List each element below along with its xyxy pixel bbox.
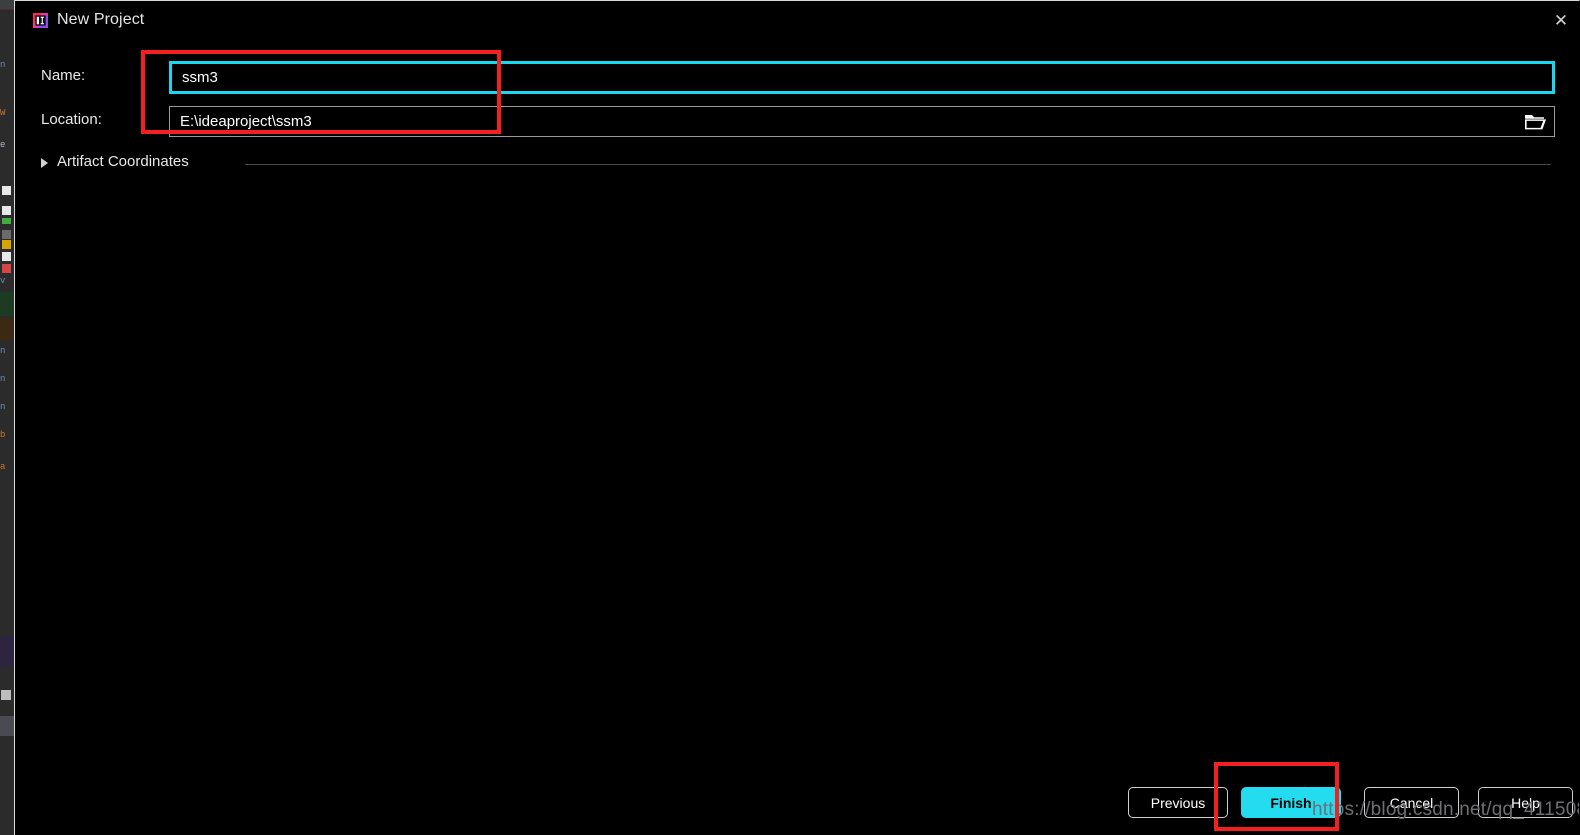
- code-sliver-line: n: [0, 60, 6, 70]
- intellij-idea-icon: [33, 13, 48, 28]
- watermark-text: https://blog.csdn.net/qq_41150890: [1312, 799, 1580, 820]
- code-sliver-line: n: [0, 402, 6, 412]
- project-name-input[interactable]: [169, 61, 1555, 94]
- chevron-right-icon: [41, 158, 48, 168]
- background-ide-editor-sliver: n W e v n n n b a: [0, 0, 14, 835]
- dialog-title: New Project: [57, 11, 145, 28]
- tool-window-chip: [0, 636, 14, 666]
- editor-tab-strip-sliver: [0, 0, 14, 10]
- code-sliver-line: n: [0, 374, 6, 384]
- tree-node-chip: [2, 252, 11, 261]
- new-project-dialog: New Project ✕ Name: Location: Artifact C…: [14, 0, 1580, 835]
- artifact-coordinates-toggle[interactable]: Artifact Coordinates: [41, 153, 1551, 175]
- code-sliver-line: v: [0, 276, 6, 286]
- code-sliver-line: e: [0, 140, 6, 150]
- project-location-field[interactable]: [169, 106, 1555, 137]
- folder-browse-icon[interactable]: [1524, 112, 1546, 131]
- project-location-input[interactable]: [170, 107, 1510, 136]
- section-divider: [245, 164, 1551, 165]
- tree-node-chip: [2, 186, 11, 195]
- tree-node-chip: [2, 230, 11, 239]
- tool-window-chip: [0, 716, 14, 736]
- tree-node-chip: [0, 292, 14, 316]
- artifact-coordinates-label: Artifact Coordinates: [57, 153, 189, 170]
- code-sliver-line: a: [0, 462, 6, 472]
- code-sliver-line: W: [0, 108, 6, 118]
- close-icon[interactable]: ✕: [1550, 10, 1572, 32]
- name-field-label: Name:: [41, 67, 86, 84]
- location-field-label: Location:: [41, 111, 102, 128]
- tool-window-chip: [1, 690, 11, 700]
- tree-node-chip: [0, 318, 14, 340]
- dialog-title-bar: New Project ✕: [15, 2, 1579, 38]
- code-sliver-line: n: [0, 346, 6, 356]
- code-sliver-line: b: [0, 430, 6, 440]
- tree-node-chip: [2, 218, 11, 224]
- previous-button[interactable]: Previous: [1128, 787, 1228, 818]
- tree-node-chip: [2, 240, 11, 249]
- tree-node-chip: [2, 206, 11, 215]
- tree-node-chip: [2, 264, 11, 273]
